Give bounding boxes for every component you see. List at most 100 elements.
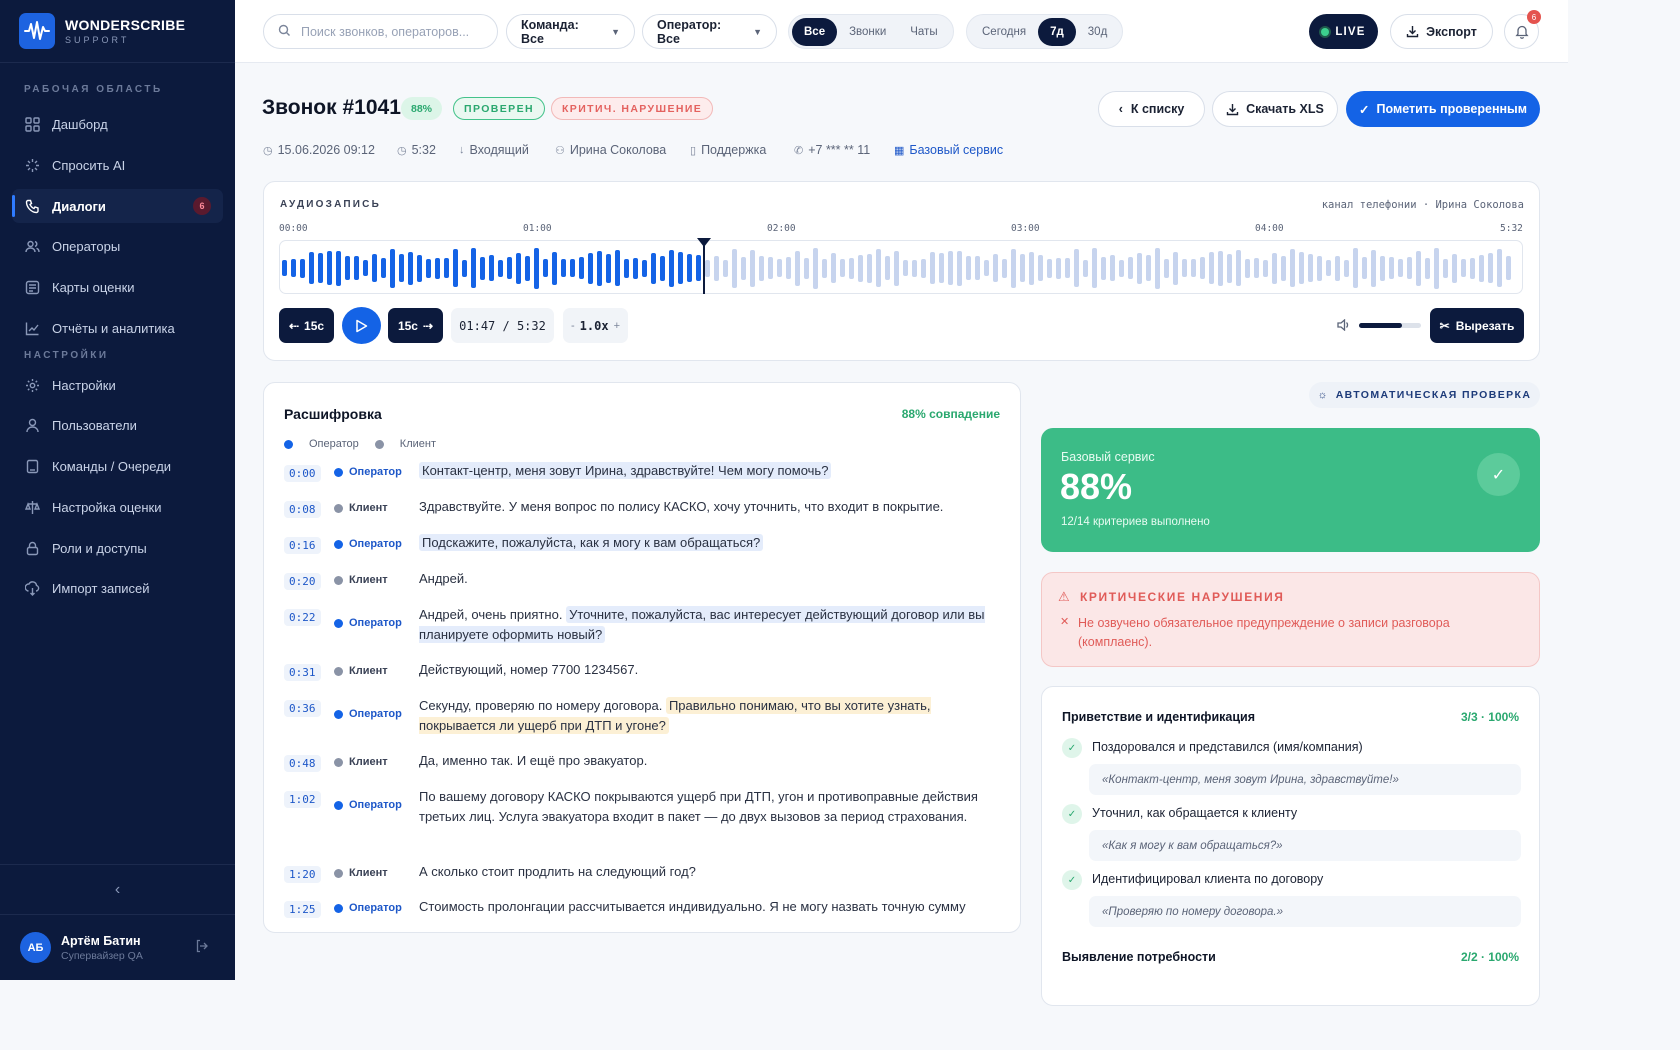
score-criteria: 12/14 критериев выполнено bbox=[1061, 516, 1210, 528]
tab-type-chats[interactable]: Чаты bbox=[898, 18, 949, 46]
user-profile[interactable]: АБ Артём Батин Супервайзер QA bbox=[0, 914, 235, 980]
timestamp-link[interactable]: 0:20 bbox=[284, 573, 321, 590]
sidebar-item-reports[interactable]: Отчёты и аналитика bbox=[12, 311, 223, 345]
live-button[interactable]: LIVE bbox=[1309, 14, 1378, 49]
brand-name: WONDERSCRIBE bbox=[65, 17, 186, 33]
sidebar-item-teams[interactable]: Команды / Очереди bbox=[12, 449, 223, 483]
sidebar-item-score-setup[interactable]: Настройка оценки bbox=[12, 490, 223, 524]
waveform-seekbar[interactable] bbox=[279, 240, 1523, 294]
meta-queue-value: Поддержка bbox=[701, 143, 767, 157]
criterion-quote[interactable]: «Контакт-центр, меня зовут Ирина, здравс… bbox=[1089, 764, 1521, 795]
utterance-highlight[interactable]: Контакт-центр, меня зовут Ирина, здравст… bbox=[419, 462, 832, 479]
meta-duration: ◷ 5:32 bbox=[397, 143, 436, 157]
team-filter-label: Команда: Все bbox=[521, 17, 579, 46]
download-xls-button[interactable]: Скачать XLS bbox=[1212, 91, 1338, 127]
waveform-bar bbox=[1281, 256, 1286, 281]
search-box[interactable]: Поиск звонков, операторов... bbox=[263, 14, 498, 49]
sidebar-item-settings[interactable]: Настройки bbox=[12, 368, 223, 402]
timestamp-link[interactable]: 0:48 bbox=[284, 755, 321, 772]
sidebar-item-import[interactable]: Импорт записей bbox=[12, 571, 223, 605]
mark-reviewed-button[interactable]: ✓ Пометить проверенным bbox=[1346, 91, 1540, 127]
timestamp-link[interactable]: 1:20 bbox=[284, 866, 321, 883]
rewind-15-button[interactable]: ⇠ 15с bbox=[279, 308, 334, 343]
speaker-dot bbox=[334, 575, 343, 585]
waveform-bar bbox=[318, 253, 323, 283]
volume-slider[interactable] bbox=[1359, 323, 1421, 328]
waveform-bar bbox=[471, 248, 476, 288]
timestamp-link[interactable]: 0:00 bbox=[284, 465, 321, 482]
waveform-bar bbox=[732, 249, 737, 288]
waveform-bar bbox=[903, 260, 908, 276]
score-card: Базовый сервис 88% 12/14 критериев выпол… bbox=[1041, 428, 1540, 552]
notifications-button[interactable]: 6 bbox=[1504, 10, 1541, 49]
sidebar-item-dialogs[interactable]: Диалоги 6 bbox=[12, 189, 223, 223]
critical-badge: КРИТИЧ. НАРУШЕНИЕ bbox=[551, 97, 714, 120]
speaker-name: Клиент bbox=[349, 574, 388, 586]
group-title: Выявление потребности bbox=[1062, 950, 1216, 964]
timestamp-link[interactable]: 0:36 bbox=[284, 700, 321, 717]
sidebar-item-dashboard[interactable]: Дашборд bbox=[12, 107, 223, 141]
tab-period-today[interactable]: Сегодня bbox=[970, 18, 1038, 46]
sidebar-item-roles[interactable]: Роли и доступы bbox=[12, 531, 223, 565]
speed-decrease-button[interactable]: - bbox=[571, 320, 575, 332]
utterance-text: Стоимость пролонгации рассчитывается инд… bbox=[419, 897, 1009, 917]
sidebar-item-operators[interactable]: Операторы bbox=[12, 229, 223, 263]
tab-period-7d[interactable]: 7д bbox=[1038, 17, 1076, 46]
waveform-bar bbox=[1407, 257, 1412, 279]
utterance-text: А сколько стоит продлить на следующий го… bbox=[419, 862, 1009, 882]
timestamp-link[interactable]: 0:08 bbox=[284, 501, 321, 518]
search-input[interactable]: Поиск звонков, операторов... bbox=[301, 25, 469, 39]
waveform-bar bbox=[1236, 250, 1241, 286]
operator-filter-dropdown[interactable]: Оператор: Все ▼ bbox=[642, 14, 777, 49]
waveform-bar bbox=[615, 250, 620, 286]
meta-scorecard[interactable]: ▦ Базовый сервис bbox=[894, 143, 1003, 157]
criterion-quote[interactable]: «Как я могу к вам обращаться?» bbox=[1089, 830, 1521, 861]
speed-control: - 1.0x + bbox=[563, 308, 628, 343]
speed-increase-button[interactable]: + bbox=[614, 320, 620, 332]
criterion-quote[interactable]: «Проверяю по номеру договора.» bbox=[1089, 896, 1521, 927]
waveform-bar bbox=[1137, 253, 1142, 284]
scorecard-icon bbox=[24, 279, 40, 295]
sidebar-item-users[interactable]: Пользователи bbox=[12, 408, 223, 442]
export-button[interactable]: Экспорт bbox=[1390, 14, 1493, 49]
speaker-dot bbox=[334, 903, 343, 913]
sidebar-item-label: Операторы bbox=[52, 238, 121, 254]
brand[interactable]: WONDERSCRIBE SUPPORT bbox=[0, 0, 235, 63]
volume-icon[interactable] bbox=[1337, 318, 1350, 334]
timestamp-link[interactable]: 0:31 bbox=[284, 664, 321, 681]
waveform-bar bbox=[1479, 255, 1484, 282]
waveform-bar bbox=[966, 256, 971, 280]
waveform-bar bbox=[1092, 248, 1097, 288]
team-filter-dropdown[interactable]: Команда: Все ▼ bbox=[506, 14, 635, 49]
timeline-tick: 5:32 bbox=[1500, 223, 1523, 234]
dialogs-count-badge: 6 bbox=[193, 197, 211, 215]
collapse-sidebar-button[interactable]: ‹ bbox=[0, 864, 235, 914]
speaker-dot bbox=[334, 618, 343, 628]
timestamp-link[interactable]: 0:22 bbox=[284, 609, 321, 626]
cut-button[interactable]: ✂ Вырезать bbox=[1430, 308, 1524, 343]
back-to-list-button[interactable]: ‹ К списку bbox=[1098, 91, 1205, 127]
tab-type-all[interactable]: Все bbox=[792, 17, 838, 46]
cut-label: Вырезать bbox=[1455, 318, 1515, 333]
play-button[interactable] bbox=[342, 307, 381, 344]
sidebar-item-label: Настройки bbox=[52, 377, 116, 393]
waveform-bar bbox=[624, 259, 629, 278]
speaker-name: Оператор bbox=[349, 466, 402, 478]
sidebar-item-scorecards[interactable]: Карты оценки bbox=[12, 270, 223, 304]
waveform-bar bbox=[462, 260, 467, 277]
timestamp-link[interactable]: 0:16 bbox=[284, 537, 321, 554]
waveform-bar bbox=[723, 260, 728, 277]
utterance-highlight[interactable]: Подскажите, пожалуйста, как я могу к вам… bbox=[419, 534, 764, 551]
sidebar-item-ask-ai[interactable]: Спросить AI bbox=[12, 148, 223, 182]
users-icon bbox=[24, 238, 40, 254]
waveform-bar bbox=[795, 251, 800, 286]
forward-15-button[interactable]: 15с ⇢ bbox=[388, 308, 443, 343]
timestamp-link[interactable]: 1:25 bbox=[284, 901, 321, 918]
tab-type-calls[interactable]: Звонки bbox=[837, 18, 898, 46]
logout-icon[interactable] bbox=[195, 939, 209, 956]
timestamp-link[interactable]: 1:02 bbox=[284, 791, 321, 808]
sidebar-item-label: Карты оценки bbox=[52, 279, 135, 295]
waveform-bar bbox=[777, 259, 782, 277]
tab-period-30d[interactable]: 30д bbox=[1076, 18, 1120, 46]
playhead-handle[interactable] bbox=[697, 238, 711, 294]
